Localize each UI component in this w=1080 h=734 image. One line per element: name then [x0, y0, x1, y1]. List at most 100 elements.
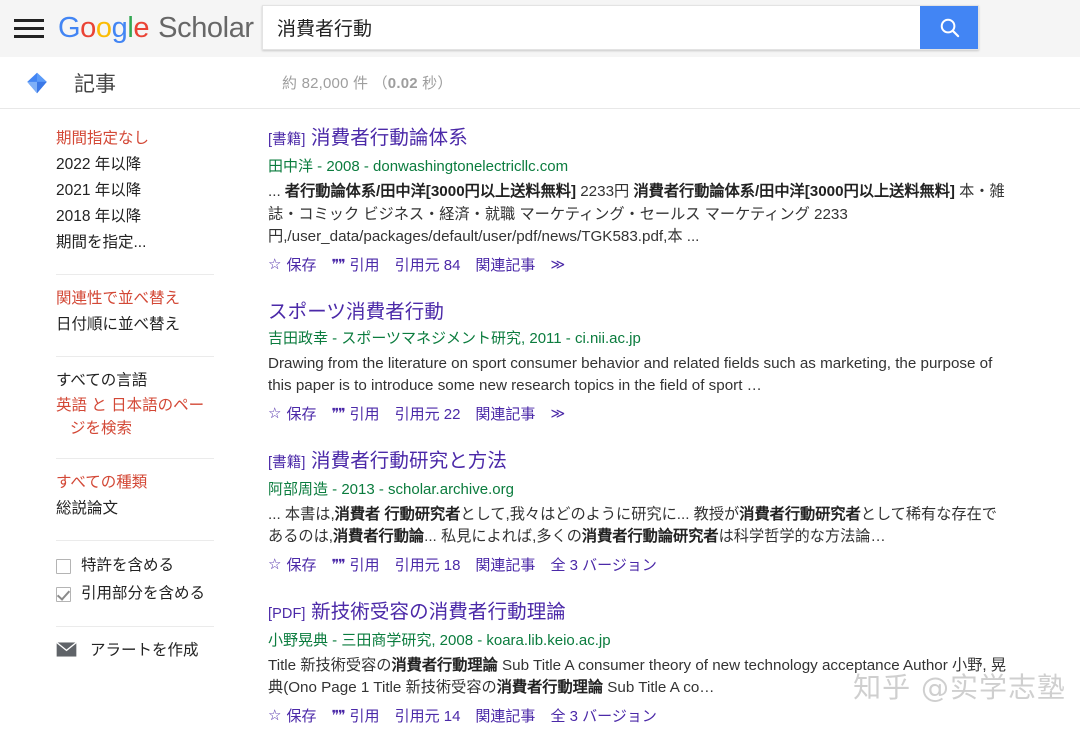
cited-by-link[interactable]: 引用元 14 — [395, 705, 461, 726]
sidebar-item-sort-date[interactable]: 日付順に並べ替え — [56, 312, 262, 338]
sidebar-item-since-2018[interactable]: 2018 年以降 — [56, 204, 262, 230]
divider — [56, 274, 214, 275]
sidebar-item-since-2022[interactable]: 2022 年以降 — [56, 152, 262, 178]
result-actions: ☆ 保存 ❞❞ 引用 引用元 14 関連記事 全 3 バージョン — [268, 705, 1010, 726]
results-list: [書籍] 消費者行動論体系 田中洋 - 2008 - donwashington… — [262, 109, 1080, 734]
gem-icon — [14, 70, 60, 96]
divider — [56, 356, 214, 357]
result-meta[interactable]: 小野晃典 - 三田商学研究, 2008 - koara.lib.keio.ac.… — [268, 630, 1010, 652]
save-button[interactable]: ☆ 保存 — [268, 554, 316, 575]
create-alert-button[interactable]: アラートを作成 — [56, 638, 262, 660]
result-snippet: Drawing from the literature on sport con… — [268, 354, 993, 395]
language-filter-group: すべての言語 英語 と 日本語のペー ジを検索 — [56, 368, 262, 449]
star-icon: ☆ — [268, 255, 282, 273]
star-icon: ☆ — [268, 706, 282, 724]
save-label: 保存 — [286, 707, 317, 725]
cited-by-link[interactable]: 引用元 84 — [395, 254, 461, 275]
checkbox-include-citations-label: 引用部分を含める — [81, 585, 206, 602]
related-articles-link[interactable]: 関連記事 — [475, 254, 535, 275]
checkbox-group: 特許を含める 引用部分を含める — [56, 552, 262, 617]
result-title-link[interactable]: スポーツ消費者行動 — [268, 300, 1010, 325]
save-label: 保存 — [286, 556, 317, 574]
chevrons-right-icon[interactable]: ≫ — [550, 256, 565, 273]
articles-label: 記事 — [74, 72, 116, 96]
checkbox-include-patents-label: 特許を含める — [81, 557, 175, 574]
checkbox-include-patents[interactable]: 特許を含める — [56, 552, 262, 580]
result-type-tag: [PDF] — [268, 605, 306, 622]
sidebar-item-review-articles[interactable]: 総説論文 — [56, 496, 262, 522]
cite-button[interactable]: ❞❞ 引用 — [331, 705, 379, 726]
result-snippet: ... 本書は,消費者 行動研究者として,我々はどのように研究に... 教授が消… — [268, 505, 997, 546]
result-title-text: 新技術受容の消費者行動理論 — [311, 600, 566, 623]
scholar-wordmark: Scholar — [158, 12, 254, 44]
result-actions: ☆ 保存 ❞❞ 引用 引用元 18 関連記事 全 3 バージョン — [268, 554, 1010, 575]
result-item: スポーツ消費者行動 吉田政幸 - スポーツマネジメント研究, 2011 - ci… — [268, 300, 1010, 424]
search-input[interactable] — [263, 6, 920, 49]
envelope-icon — [56, 641, 77, 657]
result-count-prefix: 約 82,000 件 （ — [282, 75, 388, 92]
sidebar-item-en-ja-pages[interactable]: 英語 と 日本語のペー ジを検索 — [56, 394, 206, 440]
cite-button[interactable]: ❞❞ 引用 — [331, 254, 379, 275]
language-filter-line2: ジを検索 — [70, 420, 133, 437]
save-button[interactable]: ☆ 保存 — [268, 705, 316, 726]
all-versions-link[interactable]: 全 3 バージョン — [550, 705, 656, 726]
result-actions: ☆ 保存 ❞❞ 引用 引用元 22 関連記事 ≫ — [268, 403, 1010, 424]
cite-button[interactable]: ❞❞ 引用 — [331, 554, 379, 575]
cite-label: 引用 — [349, 405, 380, 423]
divider — [56, 626, 214, 627]
save-button[interactable]: ☆ 保存 — [268, 403, 316, 424]
scholar-page: Google Scholar 記事 約 82,000 件 （0. — [0, 0, 1080, 734]
sidebar-item-any-type[interactable]: すべての種類 — [56, 470, 262, 496]
cited-by-link[interactable]: 引用元 22 — [395, 403, 461, 424]
result-title-text: 消費者行動研究と方法 — [311, 449, 508, 472]
result-meta[interactable]: 田中洋 - 2008 - donwashingtonelectricllc.co… — [268, 156, 1010, 178]
result-title-link[interactable]: [書籍] 消費者行動研究と方法 — [268, 449, 1010, 476]
result-title-link[interactable]: [PDF] 新技術受容の消費者行動理論 — [268, 600, 1010, 627]
search-button[interactable] — [920, 6, 978, 49]
result-title-link[interactable]: [書籍] 消費者行動論体系 — [268, 126, 1010, 153]
search-bar — [262, 5, 979, 50]
save-button[interactable]: ☆ 保存 — [268, 254, 316, 275]
hamburger-icon[interactable] — [14, 16, 44, 42]
result-count-suffix: 秒） — [417, 75, 453, 92]
save-label: 保存 — [286, 256, 317, 274]
quote-icon: ❞❞ — [331, 707, 345, 723]
page-body: 期間指定なし 2022 年以降 2021 年以降 2018 年以降 期間を指定.… — [0, 109, 1080, 734]
result-item: [書籍] 消費者行動論体系 田中洋 - 2008 - donwashington… — [268, 126, 1010, 275]
result-item: [PDF] 新技術受容の消費者行動理論 小野晃典 - 三田商学研究, 2008 … — [268, 600, 1010, 726]
result-meta[interactable]: 阿部周造 - 2013 - scholar.archive.org — [268, 479, 1010, 501]
checkbox-icon — [56, 558, 71, 574]
sidebar-item-since-2021[interactable]: 2021 年以降 — [56, 178, 262, 204]
all-versions-link[interactable]: 全 3 バージョン — [550, 554, 656, 575]
checkbox-include-citations[interactable]: 引用部分を含める — [56, 580, 262, 608]
cite-label: 引用 — [349, 707, 380, 725]
related-articles-link[interactable]: 関連記事 — [475, 705, 535, 726]
result-type-tag: [書籍] — [268, 132, 306, 148]
sidebar-item-anytime[interactable]: 期間指定なし — [56, 126, 262, 152]
quote-icon: ❞❞ — [331, 405, 345, 421]
related-articles-link[interactable]: 関連記事 — [475, 554, 535, 575]
filters-sidebar: 期間指定なし 2022 年以降 2021 年以降 2018 年以降 期間を指定.… — [0, 109, 262, 734]
star-icon: ☆ — [268, 555, 282, 573]
sidebar-item-any-language[interactable]: すべての言語 — [56, 368, 262, 394]
sidebar-item-custom-range[interactable]: 期間を指定... — [56, 230, 262, 256]
sort-filter-group: 関連性で並べ替え 日付順に並べ替え — [56, 286, 262, 347]
cite-button[interactable]: ❞❞ 引用 — [331, 403, 379, 424]
google-scholar-logo[interactable]: Google Scholar — [58, 12, 254, 45]
cite-label: 引用 — [349, 556, 380, 574]
time-filter-group: 期間指定なし 2022 年以降 2021 年以降 2018 年以降 期間を指定.… — [56, 126, 262, 265]
divider — [56, 458, 214, 459]
checkbox-checked-icon — [56, 586, 71, 602]
related-articles-link[interactable]: 関連記事 — [475, 403, 535, 424]
quote-icon: ❞❞ — [331, 556, 345, 572]
language-filter-line1: 英語 と 日本語のペー — [56, 397, 205, 414]
sidebar-item-sort-relevance[interactable]: 関連性で並べ替え — [56, 286, 262, 312]
chevrons-right-icon[interactable]: ≫ — [550, 405, 565, 422]
quote-icon: ❞❞ — [331, 256, 345, 272]
result-meta[interactable]: 吉田政幸 - スポーツマネジメント研究, 2011 - ci.nii.ac.jp — [268, 328, 1010, 350]
search-icon — [940, 18, 959, 38]
result-actions: ☆ 保存 ❞❞ 引用 引用元 84 関連記事 ≫ — [268, 254, 1010, 275]
cited-by-link[interactable]: 引用元 18 — [395, 554, 461, 575]
create-alert-label: アラートを作成 — [90, 642, 199, 659]
result-title-text: スポーツ消費者行動 — [268, 300, 445, 323]
